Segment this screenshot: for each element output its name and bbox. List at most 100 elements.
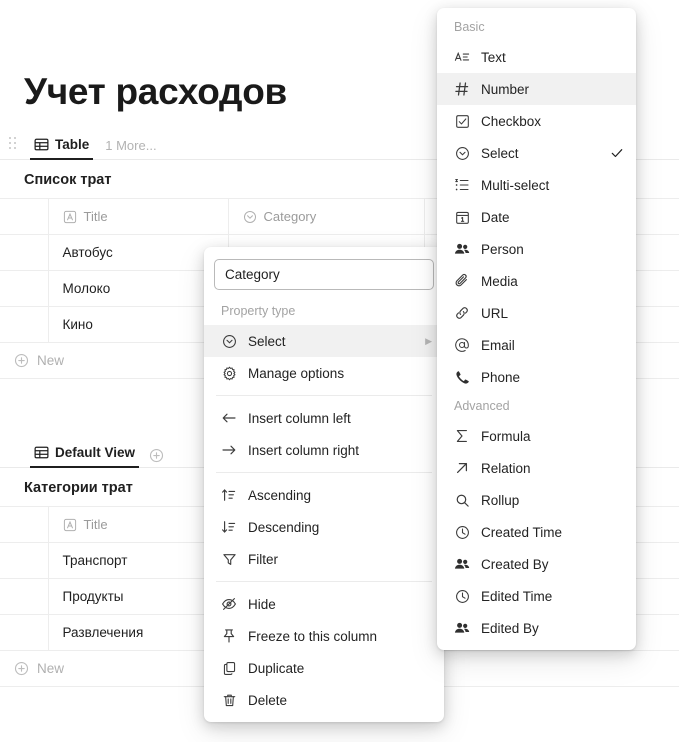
select-icon	[221, 333, 237, 349]
cell-title[interactable]: Продукты	[48, 578, 229, 615]
hash-icon	[454, 81, 470, 97]
add-view-button[interactable]	[149, 448, 164, 463]
property-type-submenu: Basic Text Number Checkbox Select Multi-…	[437, 8, 636, 650]
type-item-label: Multi-select	[481, 177, 550, 193]
checkbox-icon	[454, 113, 470, 129]
cell-title[interactable]: Транспорт	[48, 542, 229, 579]
menu-item-filter[interactable]: Filter	[204, 543, 444, 575]
sort-ascending-icon	[221, 487, 237, 503]
arrow-right-icon	[221, 442, 237, 458]
type-section-label-basic: Basic	[454, 20, 485, 34]
cell-title[interactable]: Автобус	[48, 234, 229, 271]
row-gutter	[0, 614, 49, 651]
title-type-icon	[63, 518, 77, 532]
magnifier-icon	[454, 492, 470, 508]
cell-title[interactable]: Кино	[48, 306, 229, 343]
menu-item-label: Hide	[248, 596, 276, 612]
view-tab-label: Default View	[55, 445, 136, 460]
type-item-relation[interactable]: Relation	[437, 452, 636, 484]
menu-divider	[216, 472, 432, 473]
drag-handle-icon[interactable]	[9, 137, 17, 150]
type-item-edited-time[interactable]: Edited Time	[437, 580, 636, 612]
chevron-right-icon: ▶	[425, 335, 432, 346]
type-item-select[interactable]: Select	[437, 137, 636, 169]
type-item-person[interactable]: Person	[437, 233, 636, 265]
type-item-phone[interactable]: Phone	[437, 361, 636, 393]
menu-item-insert-column-right[interactable]: Insert column right	[204, 434, 444, 466]
type-item-label: Text	[481, 49, 506, 65]
menu-item-label: Descending	[248, 519, 320, 535]
type-item-number[interactable]: Number	[437, 73, 636, 105]
page-title: Учет расходов	[24, 70, 287, 112]
menu-item-hide[interactable]: Hide	[204, 588, 444, 620]
calendar-icon	[454, 209, 470, 225]
app-root: Учет расходов Table 1 More... Список тра…	[0, 0, 679, 742]
phone-icon	[454, 369, 470, 385]
column-header-title[interactable]: Title	[48, 198, 229, 235]
property-context-menu: Property type Select ▶ Manage options	[204, 247, 444, 722]
type-item-created-by[interactable]: Created By	[437, 548, 636, 580]
menu-item-descending[interactable]: Descending	[204, 511, 444, 543]
menu-item-label: Insert column right	[248, 442, 360, 458]
link-icon	[454, 305, 470, 321]
property-name-input[interactable]	[214, 259, 434, 290]
type-item-url[interactable]: URL	[437, 297, 636, 329]
column-header-category[interactable]: Category	[228, 198, 425, 235]
column-header-label: Title	[83, 209, 108, 224]
duplicate-icon	[221, 660, 237, 676]
type-item-created-time[interactable]: Created Time	[437, 516, 636, 548]
clock-icon	[454, 588, 470, 604]
type-item-formula[interactable]: Formula	[437, 420, 636, 452]
select-type-icon	[243, 210, 257, 224]
property-name-field-wrap	[204, 253, 444, 298]
arrow-left-icon	[221, 410, 237, 426]
menu-item-insert-column-left[interactable]: Insert column left	[204, 402, 444, 434]
type-item-checkbox[interactable]: Checkbox	[437, 105, 636, 137]
menu-item-label: Filter	[248, 551, 278, 567]
type-section-label-advanced: Advanced	[454, 399, 510, 413]
plus-circle-icon	[14, 661, 29, 676]
type-item-label: Edited Time	[481, 588, 553, 604]
cell-title[interactable]: Развлечения	[48, 614, 229, 651]
menu-item-ascending[interactable]: Ascending	[204, 479, 444, 511]
menu-item-manage-options[interactable]: Manage options	[204, 357, 444, 389]
menu-item-freeze-to-this-column[interactable]: Freeze to this column	[204, 620, 444, 652]
type-item-multi-select[interactable]: Multi-select	[437, 169, 636, 201]
view-tab-table[interactable]: Table	[30, 137, 94, 160]
type-item-media[interactable]: Media	[437, 265, 636, 297]
filter-icon	[221, 551, 237, 567]
type-item-rollup[interactable]: Rollup	[437, 484, 636, 516]
type-item-label: Date	[481, 209, 510, 225]
type-item-label: Phone	[481, 369, 521, 385]
type-item-label: Relation	[481, 460, 531, 476]
row-gutter	[0, 234, 49, 271]
menu-item-label: Delete	[248, 692, 288, 708]
menu-item-label: Insert column left	[248, 410, 351, 426]
trash-icon	[221, 692, 237, 708]
view-tab-default-view[interactable]: Default View	[30, 445, 140, 468]
type-item-text[interactable]: Text	[437, 41, 636, 73]
type-item-label: Created By	[481, 556, 549, 572]
table-icon	[34, 137, 49, 152]
people-icon	[454, 241, 470, 257]
view-more-button[interactable]: 1 More...	[93, 138, 162, 159]
row-gutter	[0, 542, 49, 579]
type-item-label: Media	[481, 273, 518, 289]
menu-item-label: Ascending	[248, 487, 312, 503]
menu-item-label: Freeze to this column	[248, 628, 378, 644]
type-item-label: Person	[481, 241, 524, 257]
menu-item-select[interactable]: Select ▶	[204, 325, 444, 357]
type-item-edited-by[interactable]: Edited By	[437, 612, 636, 644]
type-item-date[interactable]: Date	[437, 201, 636, 233]
menu-item-duplicate[interactable]: Duplicate	[204, 652, 444, 684]
column-header-label: Title	[83, 517, 108, 532]
pin-icon	[221, 628, 237, 644]
sigma-icon	[454, 428, 470, 444]
cell-title[interactable]: Молоко	[48, 270, 229, 307]
type-item-email[interactable]: Email	[437, 329, 636, 361]
menu-divider	[216, 581, 432, 582]
list-icon	[454, 177, 470, 193]
menu-item-delete[interactable]: Delete	[204, 684, 444, 716]
column-header-title[interactable]: Title	[48, 506, 229, 543]
type-item-label: Select	[481, 145, 519, 161]
